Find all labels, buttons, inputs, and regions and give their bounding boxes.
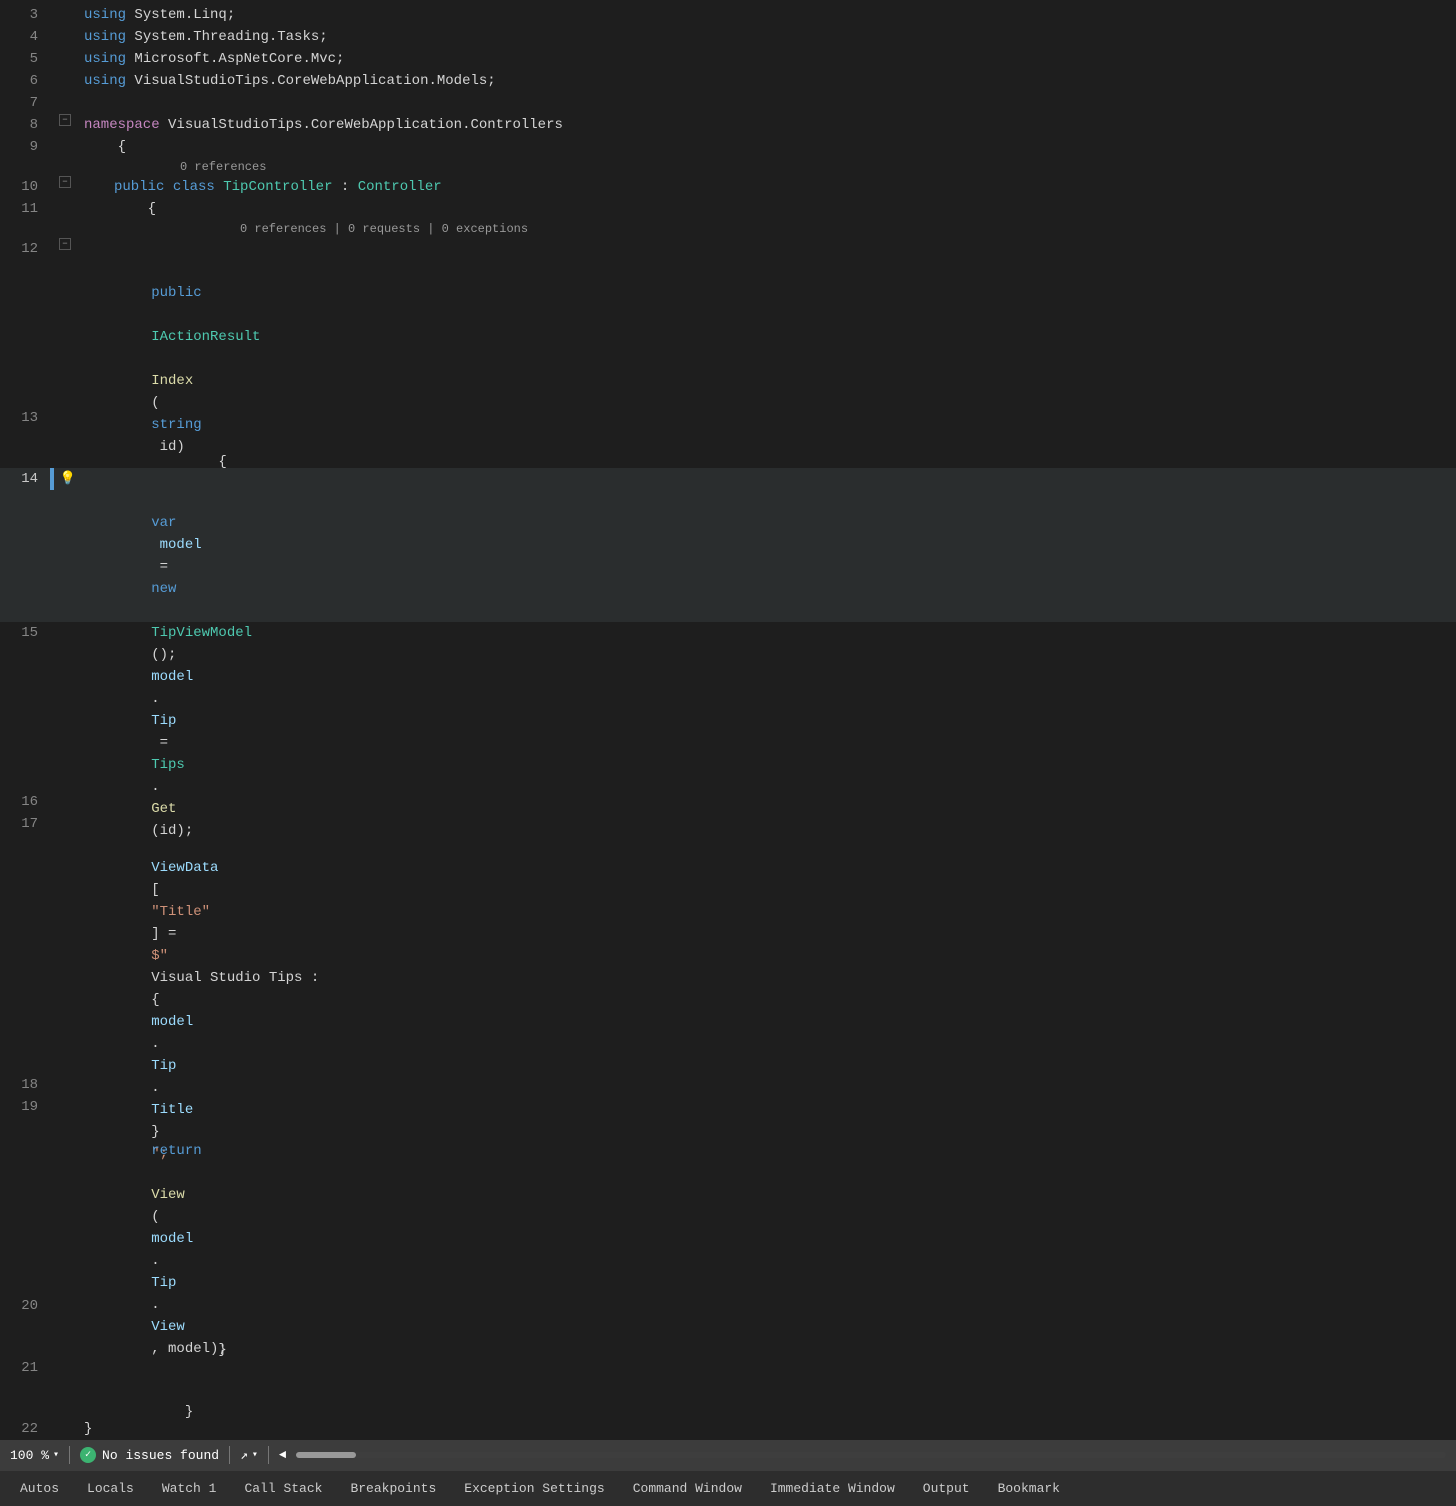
tab-autos[interactable]: Autos <box>8 1471 71 1506</box>
code-line-12: 12 − public IActionResult Index ( string… <box>0 238 1456 407</box>
code-line-10: 10 − public class TipController : Contro… <box>0 176 1456 198</box>
line-number-8: 8 <box>0 114 50 136</box>
tab-locals[interactable]: Locals <box>75 1471 146 1506</box>
line-content-9: { <box>80 136 1456 158</box>
line-number-11: 11 <box>0 198 50 220</box>
zoom-control[interactable]: 100 % ▾ <box>10 1448 59 1463</box>
line-number-10-hint: 10 <box>0 156 50 178</box>
scroll-bar[interactable] <box>296 1452 1446 1458</box>
line-number-5: 5 <box>0 48 50 70</box>
line-number-12: 12 <box>0 238 50 260</box>
line-number-22: 22 <box>0 1418 50 1440</box>
tab-callstack[interactable]: Call Stack <box>232 1471 334 1506</box>
line-gutter-10: − <box>50 176 80 188</box>
code-line-21: 21 } <box>0 1357 1456 1418</box>
status-issues: ✓ No issues found <box>80 1447 219 1463</box>
line-number-20: 20 <box>0 1295 50 1317</box>
line-number-4: 4 <box>0 26 50 48</box>
code-line-18: 18 <box>0 1074 1456 1096</box>
line-number-10: 10 <box>0 176 50 198</box>
code-line-20: 20 } <box>0 1295 1456 1356</box>
code-line-8: 8 − namespace VisualStudioTips.CoreWebAp… <box>0 114 1456 136</box>
status-nav[interactable]: ↗ ▾ <box>240 1448 258 1463</box>
tab-breakpoints[interactable]: Breakpoints <box>338 1471 448 1506</box>
status-separator-1 <box>69 1446 70 1464</box>
line-content-22: } <box>80 1418 1456 1440</box>
tab-command-window[interactable]: Command Window <box>621 1471 754 1506</box>
line-content-5: using Microsoft.AspNetCore.Mvc; <box>80 48 1456 70</box>
status-separator-2 <box>229 1446 230 1464</box>
nav-dropdown: ▾ <box>252 1449 258 1461</box>
code-line-13: 13 { <box>0 407 1456 468</box>
line-content-10-hint: 0 references <box>80 158 1456 176</box>
line-number-15: 15 <box>0 622 50 644</box>
code-line-17: 17 ViewData [ "Title" ] = $" Visual Stud… <box>0 813 1456 1074</box>
line-content-16 <box>80 791 1456 813</box>
line-content-6: using VisualStudioTips.CoreWebApplicatio… <box>80 70 1456 92</box>
line-number-16: 16 <box>0 791 50 813</box>
zoom-label: 100 % <box>10 1448 49 1463</box>
nav-arrow: ↗ <box>240 1448 248 1463</box>
code-line-7: 7 <box>0 92 1456 114</box>
status-check-icon: ✓ <box>80 1447 96 1463</box>
line-number-14: 14 <box>0 468 50 490</box>
tab-exception-settings[interactable]: Exception Settings <box>452 1471 616 1506</box>
code-line-16: 16 <box>0 791 1456 813</box>
status-bar: 100 % ▾ ✓ No issues found ↗ ▾ ◄ <box>0 1440 1456 1470</box>
line-gutter-8: − <box>50 114 80 126</box>
code-line-10-hint: 10 0 references <box>0 158 1456 176</box>
line-number-19: 19 <box>0 1096 50 1118</box>
code-line-15: 15 model . Tip = Tips . Get (id); <box>0 622 1456 791</box>
code-line-19: 19 return View ( model . Tip . View , mo… <box>0 1096 1456 1296</box>
tab-immediate-window[interactable]: Immediate Window <box>758 1471 907 1506</box>
code-line-14: 14 💡 var model = new TipViewModel (); <box>0 468 1456 622</box>
line-content-12-hint: 0 references | 0 requests | 0 exceptions <box>80 220 1456 238</box>
line-number-9: 9 <box>0 136 50 158</box>
collapse-btn-8[interactable]: − <box>59 114 71 126</box>
line-number-3: 3 <box>0 4 50 26</box>
line-number-7: 7 <box>0 92 50 114</box>
collapse-btn-12[interactable]: − <box>59 238 71 250</box>
scroll-arrow-left[interactable]: ◄ <box>279 1448 286 1462</box>
line-number-13: 13 <box>0 407 50 429</box>
code-line-9: 9 { <box>0 136 1456 158</box>
code-line-3: 3 using System.Linq; <box>0 4 1456 26</box>
code-line-4: 4 using System.Threading.Tasks; <box>0 26 1456 48</box>
line-content-11: { <box>80 198 1456 220</box>
line-number-17: 17 <box>0 813 50 835</box>
code-line-22: 22 } <box>0 1418 1456 1440</box>
line-gutter-12: − <box>50 238 80 250</box>
scroll-thumb <box>296 1452 356 1458</box>
line-number-18: 18 <box>0 1074 50 1096</box>
tab-output[interactable]: Output <box>911 1471 982 1506</box>
line-content-4: using System.Threading.Tasks; <box>80 26 1456 48</box>
bottom-tabs: Autos Locals Watch 1 Call Stack Breakpoi… <box>0 1470 1456 1506</box>
code-line-12-hint: 12 0 references | 0 requests | 0 excepti… <box>0 220 1456 238</box>
status-separator-3 <box>268 1446 269 1464</box>
zoom-arrow: ▾ <box>53 1449 59 1461</box>
code-line-11: 11 { <box>0 198 1456 220</box>
code-content: 3 using System.Linq; 4 using System.Thre… <box>0 0 1456 1440</box>
line-gutter-14: 💡 <box>50 468 80 490</box>
line-number-6: 6 <box>0 70 50 92</box>
collapse-btn-10[interactable]: − <box>59 176 71 188</box>
code-editor[interactable]: 3 using System.Linq; 4 using System.Thre… <box>0 0 1456 1440</box>
code-line-6: 6 using VisualStudioTips.CoreWebApplicat… <box>0 70 1456 92</box>
line-number-21: 21 <box>0 1357 50 1379</box>
bookmark-marker-14 <box>50 468 54 490</box>
tab-watch1[interactable]: Watch 1 <box>150 1471 229 1506</box>
line-content-10: public class TipController : Controller <box>80 176 1456 198</box>
line-content-8: namespace VisualStudioTips.CoreWebApplic… <box>80 114 1456 136</box>
lightbulb-icon[interactable]: 💡 <box>60 468 76 490</box>
issues-label: No issues found <box>102 1448 219 1463</box>
line-content-18 <box>80 1074 1456 1096</box>
line-content-3: using System.Linq; <box>80 4 1456 26</box>
line-content-7 <box>80 92 1456 114</box>
tab-bookmark[interactable]: Bookmark <box>986 1471 1072 1506</box>
code-line-5: 5 using Microsoft.AspNetCore.Mvc; <box>0 48 1456 70</box>
